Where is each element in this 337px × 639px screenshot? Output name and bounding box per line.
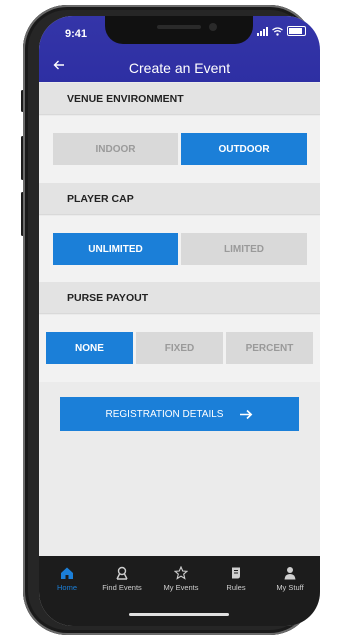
tab-my-stuff-label: My Stuff [276,583,304,592]
battery-icon [287,26,306,36]
phone-screen: 9:41 Create an Event VENUE ENVIRONMENT I… [39,16,320,626]
person-icon [284,567,296,580]
registration-details-label: REGISTRATION DETAILS [105,408,224,420]
percent-option[interactable]: PERCENT [226,332,313,364]
purse-payout-title: PURSE PAYOUT [39,282,320,314]
venue-environment-title: VENUE ENVIRONMENT [39,83,320,115]
tab-rules[interactable]: Rules [211,566,261,592]
none-option[interactable]: NONE [46,332,133,364]
tab-rules-label: Rules [226,583,246,592]
notch [105,16,253,44]
tab-my-stuff[interactable]: My Stuff [265,566,315,592]
tab-find-events[interactable]: Find Events [97,566,147,592]
purse-payout-options: NONE FIXED PERCENT [39,315,320,382]
star-icon [174,566,188,580]
home-icon [61,567,73,579]
status-time: 9:41 [65,28,88,40]
venue-options: INDOOR OUTDOOR [39,116,320,183]
wifi-icon [272,26,283,36]
indoor-option[interactable]: INDOOR [53,133,178,165]
fixed-option[interactable]: FIXED [136,332,223,364]
home-indicator [129,613,229,616]
outdoor-option[interactable]: OUTDOOR [181,133,307,165]
signal-icon [257,26,268,36]
status-icons [257,26,306,36]
tab-home-label: Home [56,583,77,592]
player-cap-options: UNLIMITED LIMITED [39,216,320,283]
page-title: Create an Event [128,60,231,76]
app-header: 9:41 Create an Event [39,16,320,82]
player-cap-title: PLAYER CAP [39,183,320,215]
limited-option[interactable]: LIMITED [181,233,307,265]
rules-icon [232,567,240,579]
registration-details-button[interactable]: REGISTRATION DETAILS [60,397,299,431]
tab-my-events[interactable]: My Events [156,566,206,592]
find-events-icon [116,566,128,580]
tab-my-events-label: My Events [163,583,199,592]
unlimited-option[interactable]: UNLIMITED [53,233,178,265]
tab-find-events-label: Find Events [102,583,142,592]
tab-home[interactable]: Home [42,566,92,592]
arrow-right-icon [240,409,253,419]
